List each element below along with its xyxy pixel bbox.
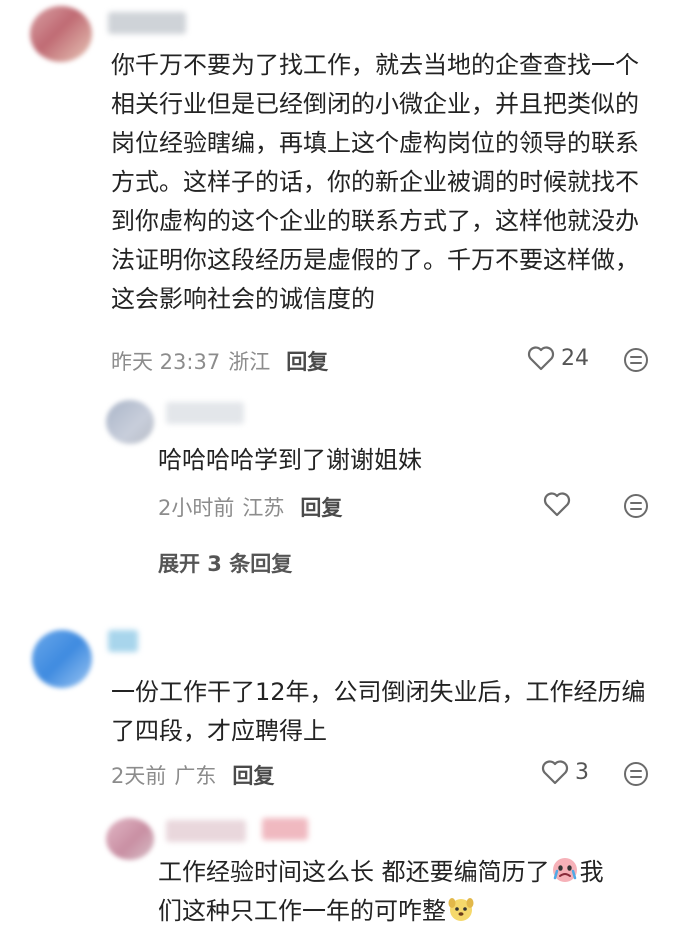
reply-button[interactable]: 回复 (232, 764, 274, 788)
comment-meta: 2天前 广东 回复 (111, 760, 274, 790)
reply-button[interactable]: 回复 (300, 496, 342, 520)
reply-time: 2小时前 (158, 496, 235, 520)
username[interactable] (108, 630, 138, 652)
reply-text-part2: 我 (579, 858, 604, 886)
username[interactable] (166, 402, 244, 424)
heart-icon (541, 760, 569, 785)
comment-time: 2天前 (111, 764, 167, 788)
comment-text: 你千万不要为了找工作，就去当地的企查查找一个相关行业但是已经倒闭的小微企业，并且… (111, 51, 639, 313)
more-button[interactable] (623, 761, 649, 787)
reply-text-part3: 们这种只工作一年的可咋整 (158, 897, 446, 925)
comment-meta: 昨天 23:37 浙江 回复 (111, 346, 328, 376)
more-button[interactable] (623, 493, 649, 519)
reply-meta: 2小时前 江苏 回复 (158, 492, 342, 522)
reply-location: 江苏 (242, 496, 285, 520)
heart-icon (527, 346, 555, 371)
reply-button[interactable]: 回复 (286, 350, 328, 374)
crying-face-emoji (552, 858, 577, 882)
avatar[interactable] (30, 6, 92, 62)
comment-text: 一份工作干了12年，公司倒闭失业后，工作经历编了四段，才应聘得上 (111, 678, 646, 745)
comment-location: 广东 (174, 764, 217, 788)
avatar[interactable] (106, 400, 154, 444)
comment-location: 浙江 (228, 350, 271, 374)
comment-time: 昨天 23:37 (111, 350, 221, 374)
expand-replies-button[interactable]: 展开 3 条回复 (158, 548, 292, 578)
heart-icon (543, 492, 571, 517)
avatar[interactable] (106, 818, 154, 860)
more-icon (624, 348, 648, 372)
more-icon (624, 762, 648, 786)
more-icon (624, 494, 648, 518)
like-count: 24 (561, 345, 589, 371)
avatar[interactable] (32, 630, 92, 688)
reply-text: 哈哈哈哈学到了谢谢姐妹 (158, 446, 422, 474)
reply-text: 工作经验时间这么长 都还要编简历了 我们这种只工作一年的可咋整 (158, 853, 658, 931)
like-button[interactable]: 3 (541, 759, 589, 785)
reply-text-part1: 工作经验时间这么长 都还要编简历了 (158, 858, 550, 886)
more-button[interactable] (623, 347, 649, 373)
username[interactable] (166, 820, 246, 842)
like-button[interactable] (543, 491, 571, 517)
username-badge (262, 818, 308, 840)
like-count: 3 (575, 759, 589, 785)
like-button[interactable]: 24 (527, 345, 589, 371)
username[interactable] (108, 12, 186, 34)
